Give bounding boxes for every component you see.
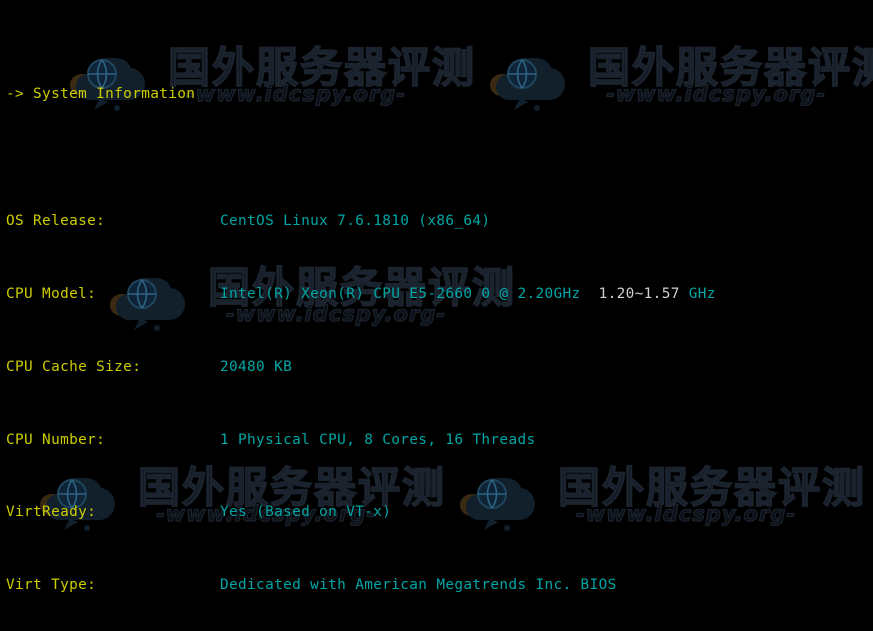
info-row-virt-type: Virt Type: Dedicated with American Megatr… (6, 576, 873, 594)
cpu-freq-range (581, 286, 599, 302)
info-row-cpu-number: CPU Number: 1 Physical CPU, 8 Cores, 16 T… (6, 431, 873, 449)
row-label: CPU Cache Size: (6, 358, 142, 375)
cpu-freq-unit (680, 286, 689, 302)
section-header-system: -> System Information (6, 85, 196, 102)
row-value: 1 Physical CPU, 8 Cores, 16 Threads (220, 431, 536, 448)
row-value: 20480 KB (220, 358, 293, 375)
row-value: Dedicated with American Megatrends Inc. … (220, 577, 617, 594)
row-label: OS Release: (6, 213, 106, 230)
row-label: CPU Model: (6, 286, 97, 302)
row-value: CentOS Linux 7.6.1810 (x86_64) (220, 213, 491, 230)
row-label: VirtReady: (6, 504, 97, 521)
terminal-window: 国外服务器评测 -www.idcspy.org- 国外服务器评测 -www.id… (0, 0, 873, 631)
cpu-freq-value: 1.20~1.57 (598, 286, 680, 302)
row-value: Intel(R) Xeon(R) CPU E5-2660 0 @ 2.20GHz (220, 286, 581, 302)
info-row-virtready: VirtReady: Yes (Based on VT-x) (6, 503, 873, 521)
info-row-os-release: OS Release: CentOS Linux 7.6.1810 (x86_64… (6, 212, 873, 230)
row-value: Yes (Based on VT-x) (220, 504, 392, 521)
terminal-output: -> System Information OS Release: CentOS … (0, 0, 873, 631)
cpu-freq-unit-label: GHz (688, 286, 716, 302)
row-label: CPU Number: (6, 431, 106, 448)
row-label: Virt Type: (6, 577, 97, 594)
info-row-cpu-model: CPU Model: Intel(R) Xeon(R) CPU E5-2660 0… (6, 285, 873, 303)
info-row-cpu-cache-size: CPU Cache Size: 20480 KB (6, 358, 873, 376)
